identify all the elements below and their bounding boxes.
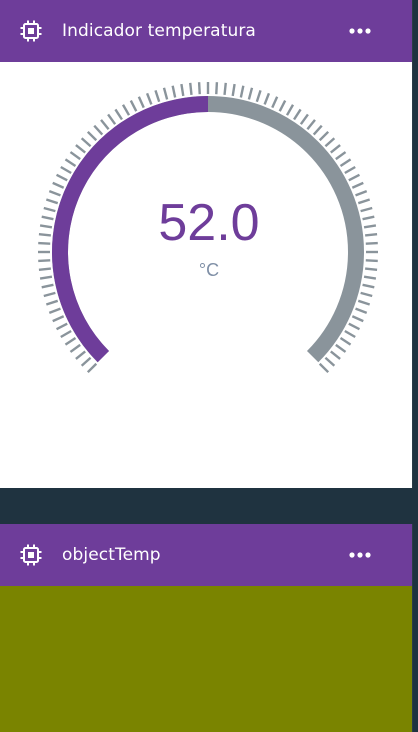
- gauge-tick: [180, 83, 185, 97]
- gauge-tick: [60, 329, 72, 339]
- gauge-tick: [247, 87, 254, 100]
- gauge-tick: [55, 322, 68, 331]
- object-temp-widget: objectTemp: [0, 524, 413, 732]
- gauge-tick: [335, 151, 347, 161]
- widget-title: objectTemp: [62, 545, 161, 565]
- gauge-tick: [197, 82, 201, 95]
- gauge-tick: [64, 337, 77, 346]
- more-horizontal-icon[interactable]: [348, 21, 372, 41]
- gauge-tick: [137, 96, 145, 109]
- gauge-tick: [100, 119, 110, 130]
- more-horizontal-icon[interactable]: [348, 545, 372, 565]
- gauge-tick: [263, 92, 271, 105]
- gauge-tick: [93, 124, 104, 136]
- gauge-tick: [355, 307, 368, 315]
- gauge-tick: [318, 362, 330, 374]
- gauge-tick: [239, 85, 245, 98]
- gauge-tick: [335, 343, 347, 353]
- gauge-tick: [306, 119, 316, 130]
- gauge-tick: [80, 356, 92, 367]
- gauge-tick: [351, 181, 364, 189]
- gauge-tick: [69, 343, 81, 353]
- gauge-tick: [60, 165, 72, 175]
- gauge-tick: [231, 83, 236, 97]
- gauge-tick: [55, 173, 68, 182]
- gauge-tick: [80, 137, 92, 148]
- gauge-tick: [360, 291, 373, 298]
- temperature-gauge: 52.0 °C: [0, 62, 412, 488]
- gauge-value: 52.0: [158, 194, 260, 252]
- gauge-tick: [129, 99, 138, 112]
- gauge-tick: [293, 108, 302, 121]
- gauge-tick: [312, 124, 323, 136]
- gauge-tick: [357, 299, 371, 306]
- gauge-tick: [52, 315, 65, 323]
- gauge-tick: [351, 315, 364, 323]
- gauge-tick: [41, 283, 54, 289]
- gauge-tick: [86, 362, 98, 374]
- widget-title: Indicador temperatura: [62, 21, 256, 41]
- gauge-tick: [339, 158, 352, 167]
- chip-icon: [19, 543, 43, 567]
- gauge-tick: [223, 82, 227, 95]
- gauge-tick: [145, 92, 153, 105]
- gauge-tick: [344, 329, 356, 339]
- object-temp-body: [0, 586, 412, 732]
- gauge-unit: °C: [198, 260, 220, 280]
- gauge-tick: [162, 87, 169, 100]
- gauge-tick: [278, 99, 287, 112]
- gauge-tick: [121, 104, 131, 116]
- gauge-tick: [189, 82, 193, 95]
- temperature-widget: Indicador temperatura 52.0 °C: [0, 0, 413, 488]
- gauge-tick: [255, 89, 262, 103]
- gauge-tick: [75, 350, 86, 360]
- gauge-tick: [348, 322, 361, 331]
- gauge-tick: [171, 85, 177, 98]
- gauge-tick: [114, 108, 123, 121]
- gauge-tick: [75, 144, 86, 154]
- widget-header: objectTemp: [0, 524, 412, 586]
- gauge-tick: [45, 299, 59, 306]
- gauge-tick: [271, 96, 279, 109]
- gauge-tick: [52, 181, 65, 189]
- gauge-tick: [324, 356, 336, 367]
- gauge-tick: [348, 173, 361, 182]
- gauge-tick: [154, 89, 161, 103]
- gauge-tick: [285, 104, 295, 116]
- gauge-tick: [215, 82, 219, 95]
- gauge-tick: [64, 158, 77, 167]
- gauge-tick: [299, 113, 309, 125]
- gauge-tick: [330, 350, 341, 360]
- widget-header: Indicador temperatura: [0, 0, 412, 62]
- gauge-tick: [48, 307, 61, 315]
- gauge-tick: [330, 144, 341, 154]
- chip-icon: [19, 19, 43, 43]
- gauge-tick: [69, 151, 81, 161]
- gauge-tick: [344, 165, 356, 175]
- gauge-tick: [324, 137, 336, 148]
- gauge-tick: [318, 130, 330, 142]
- gauge-tick: [107, 113, 117, 125]
- gauge-tick: [43, 291, 56, 298]
- gauge-tick: [362, 283, 375, 289]
- gauge-tick: [339, 337, 352, 346]
- gauge-tick: [86, 130, 98, 142]
